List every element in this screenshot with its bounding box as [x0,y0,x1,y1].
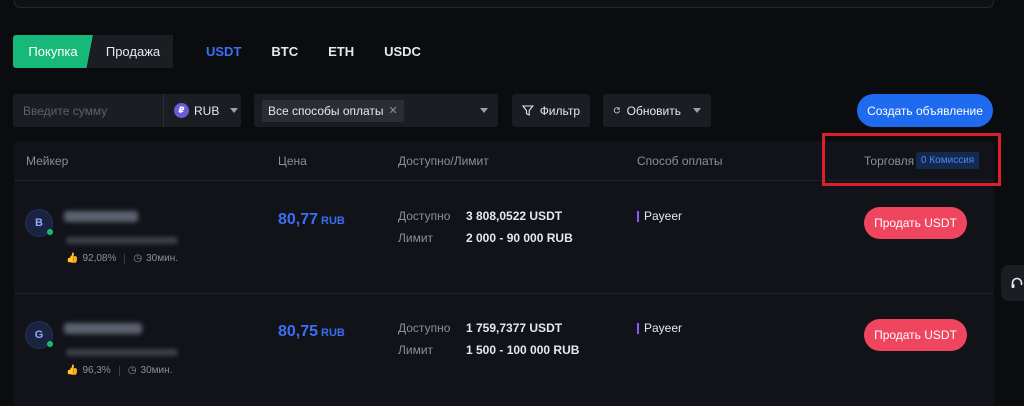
payment-chip: Все способы оплаты ✕ [262,99,404,122]
headset-icon [1011,277,1023,288]
limit-value: 1 500 - 100 000 RUB [466,343,580,357]
coin-tabs: USDT BTC ETH USDC [206,44,451,59]
offer-price: 80,77 RUB [278,211,345,229]
coin-tab-btc[interactable]: BTC [271,44,298,59]
maker-name-blurred [64,323,142,334]
create-ad-button[interactable]: Создать объявление [857,94,993,127]
clock-icon: ◷ [133,253,143,264]
available-label: Доступно [398,209,451,223]
buy-tab[interactable]: Покупка [13,35,93,68]
available-label: Доступно [398,321,451,335]
close-icon[interactable]: ✕ [389,104,398,117]
payment-chip-label: Все способы оплаты [268,103,384,118]
coin-tab-usdc[interactable]: USDC [384,44,421,59]
release-time: 30мин. [140,365,173,376]
payment-marker [637,322,639,334]
divider [124,253,126,264]
sell-usdt-button[interactable]: Продать USDT [864,207,967,239]
currency-select[interactable]: ₽ RUB [164,103,239,118]
refresh-icon [613,107,620,114]
payment-method: Payeer [637,209,682,223]
limit-value: 2 000 - 90 000 RUB [466,231,573,245]
header-price: Цена [278,154,307,168]
support-button[interactable] [1001,265,1024,301]
divider [118,365,120,376]
filter-icon [522,105,534,116]
thumbs-up-icon: 👍 [66,365,79,376]
chevron-down-icon [693,108,701,113]
coin-tab-eth[interactable]: ETH [328,44,354,59]
maker-info-blurred [66,237,178,244]
maker-info-blurred [66,349,178,356]
available-value: 3 808,0522 USDT [466,209,563,223]
top-panel-edge [14,0,994,8]
payment-method-label: Payeer [644,209,683,223]
payment-method-select[interactable]: Все способы оплаты ✕ [254,94,498,127]
completion-rate: 92,08% [82,253,117,264]
filter-label: Фильтр [539,103,580,118]
refresh-label: Обновить [626,103,681,118]
refresh-button[interactable]: Обновить [603,94,711,127]
price-value: 80,77 [278,211,319,228]
price-currency: RUB [321,327,345,339]
table-row: B 👍 92,08% ◷ 30мин. 80,77 RUB Доступно 3 … [14,182,994,294]
filter-button[interactable]: Фильтр [512,94,590,127]
sell-usdt-button[interactable]: Продать USDT [864,319,967,351]
clock-icon: ◷ [127,365,137,376]
maker-stats: 👍 96,3% ◷ 30мин. [66,365,172,376]
chevron-down-icon [480,108,488,113]
maker-stats: 👍 92,08% ◷ 30мин. [66,253,178,264]
header-available: Доступно/Лимит [398,154,489,168]
release-time: 30мин. [146,253,178,264]
ruble-icon: ₽ [174,103,189,118]
amount-input[interactable] [13,94,163,127]
table-row: G 👍 96,3% ◷ 30мин. 80,75 RUB Доступно 1 7… [14,294,994,406]
thumbs-up-icon: 👍 [66,253,79,264]
sell-tab[interactable]: Продажа [87,35,173,68]
chevron-down-icon [230,108,239,113]
limit-label: Лимит [398,231,434,245]
completion-rate: 96,3% [82,365,111,376]
currency-label: RUB [194,103,220,118]
coin-tab-usdt[interactable]: USDT [206,44,241,59]
online-status-dot [47,229,53,235]
maker-name-blurred [64,211,138,222]
annotation-highlight-box [822,133,1001,186]
price-value: 80,75 [278,323,319,340]
limit-label: Лимит [398,343,434,357]
trade-toggle: Покупка Продажа [13,35,173,68]
payment-method: Payeer [637,321,682,335]
header-payment: Способ оплаты [637,154,723,168]
price-currency: RUB [321,215,345,227]
online-status-dot [47,341,53,347]
available-value: 1 759,7377 USDT [466,321,563,335]
payment-method-label: Payeer [644,321,683,335]
header-maker: Мейкер [26,154,69,168]
payment-marker [637,210,639,222]
offer-price: 80,75 RUB [278,323,345,341]
amount-field-group: ₽ RUB [13,94,241,127]
